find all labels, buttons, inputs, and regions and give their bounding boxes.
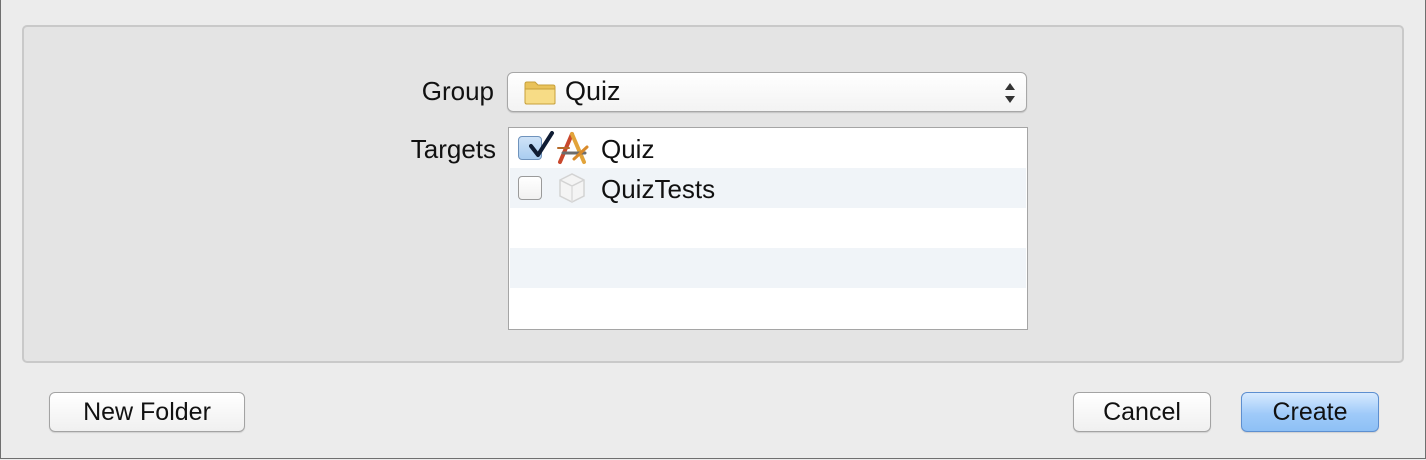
- group-popup[interactable]: Quiz: [507, 72, 1027, 112]
- group-label: Group: [421, 76, 494, 106]
- app-target-icon: [557, 132, 589, 164]
- target-checkbox-quiz[interactable]: [518, 131, 554, 160]
- new-folder-button[interactable]: New Folder: [49, 392, 245, 432]
- empty-row: [510, 248, 1026, 288]
- empty-row: [510, 208, 1026, 248]
- target-row-quiztests[interactable]: QuizTests: [510, 168, 1026, 208]
- target-label-quiztests: QuizTests: [601, 174, 716, 204]
- target-checkbox-quiztests[interactable]: [518, 176, 542, 200]
- folder-icon: [524, 81, 556, 105]
- empty-row: [510, 288, 1026, 328]
- checkmark-icon: [529, 131, 554, 157]
- test-bundle-icon: [559, 173, 585, 203]
- target-row-quiz[interactable]: Quiz: [510, 128, 1026, 168]
- targets-label: Targets: [410, 134, 496, 164]
- target-label-quiz: Quiz: [601, 134, 655, 164]
- targets-list[interactable]: Quiz QuizTests: [508, 127, 1028, 330]
- group-value: Quiz: [565, 76, 621, 106]
- cancel-button[interactable]: Cancel: [1073, 392, 1211, 432]
- updown-arrows-icon: [1005, 83, 1015, 103]
- create-button[interactable]: Create: [1241, 392, 1379, 432]
- save-dialog: Group Quiz Targets Quiz QuizTests New Fo…: [0, 0, 1426, 459]
